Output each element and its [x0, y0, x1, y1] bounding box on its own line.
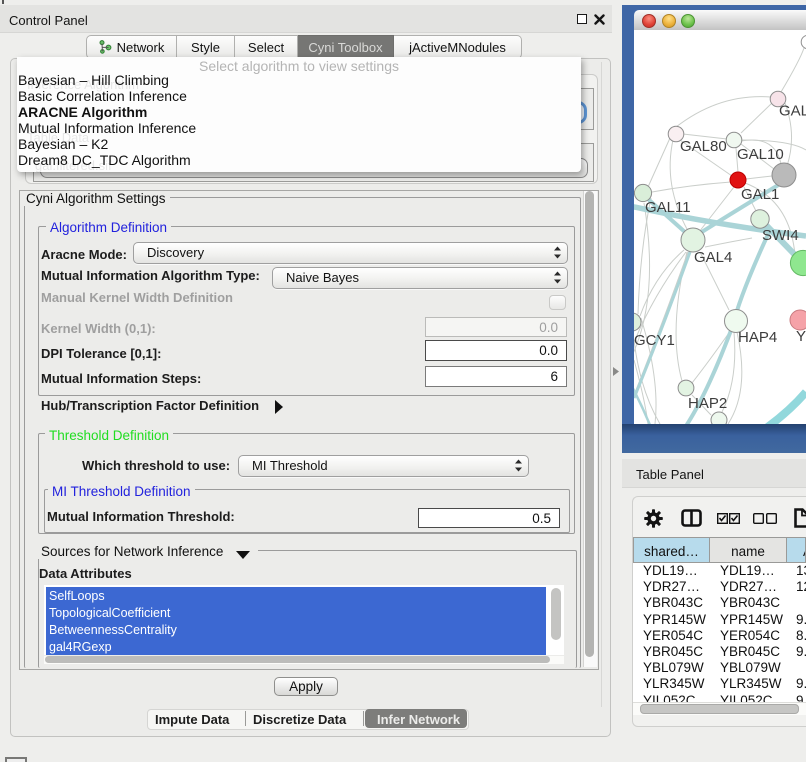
- svg-text:GAL7: GAL7: [779, 103, 806, 120]
- svg-text:Y: Y: [796, 328, 806, 345]
- svg-text:GCY1: GCY1: [634, 332, 675, 349]
- svg-text:GAL1: GAL1: [741, 186, 779, 203]
- svg-text:GAL10: GAL10: [737, 146, 784, 163]
- svg-text:SWI4: SWI4: [762, 227, 799, 244]
- svg-text:GAL4: GAL4: [694, 249, 732, 266]
- svg-text:HAP2: HAP2: [688, 395, 727, 412]
- svg-text:GAL11: GAL11: [645, 199, 691, 216]
- svg-text:HAP4: HAP4: [738, 329, 777, 346]
- svg-text:GAL80: GAL80: [680, 138, 727, 155]
